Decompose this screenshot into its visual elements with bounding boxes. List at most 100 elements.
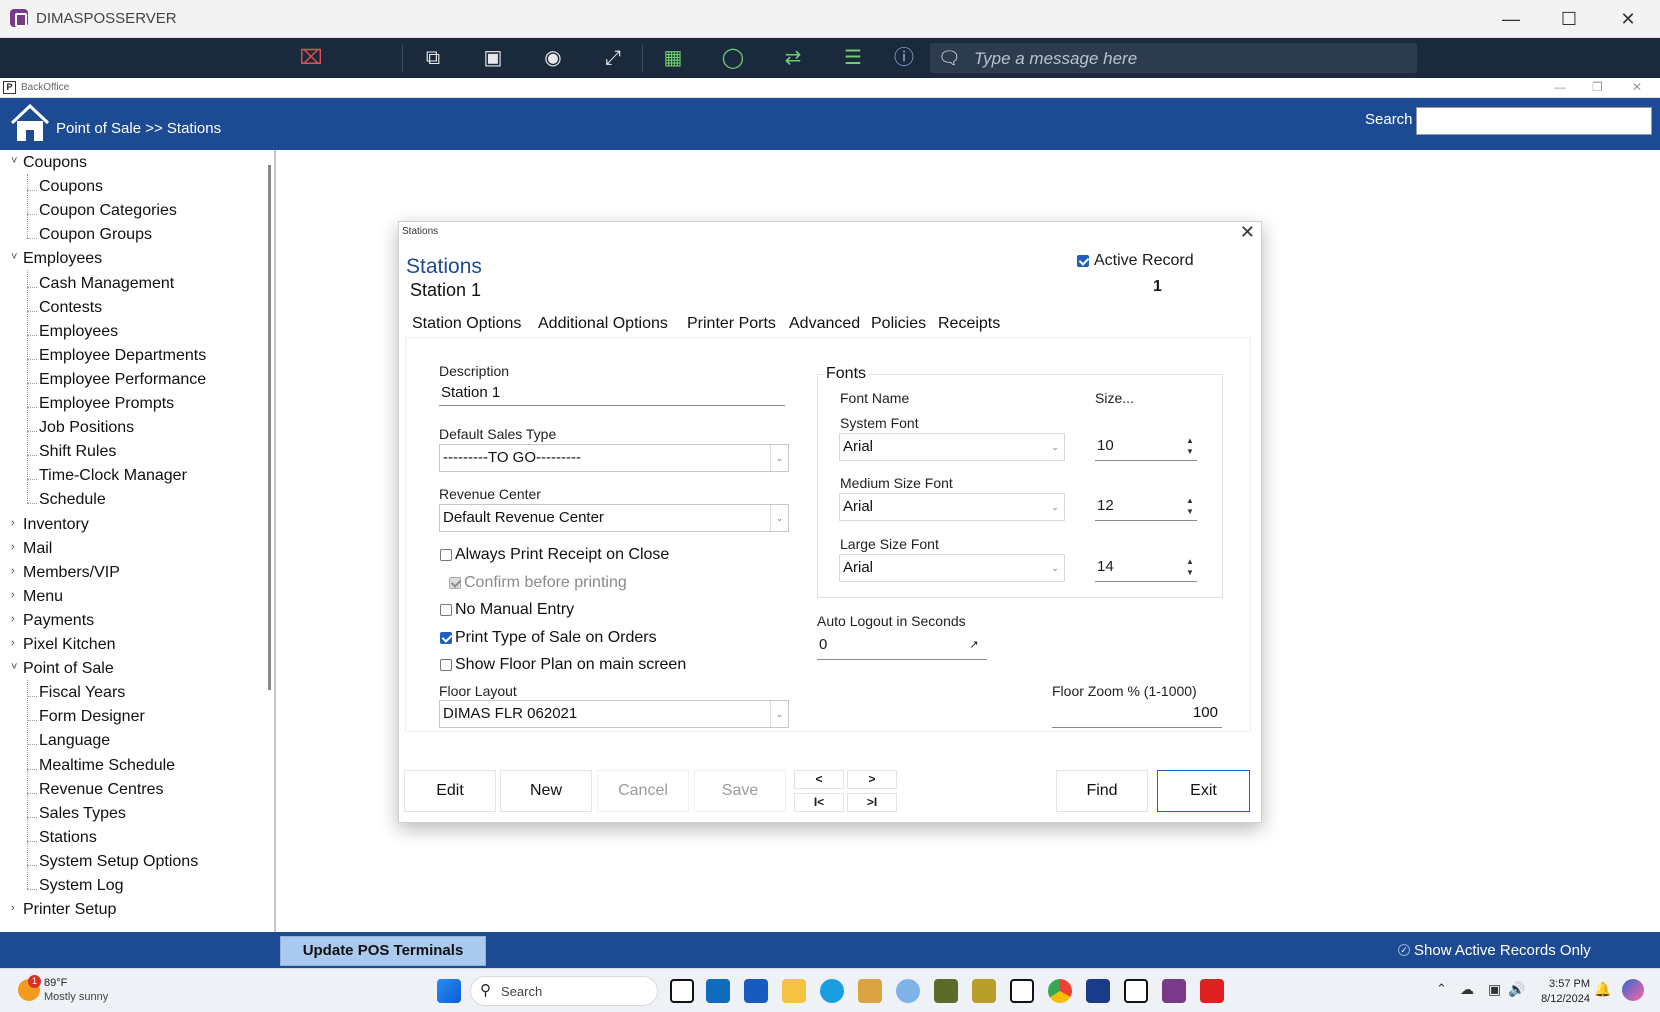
increment-icon[interactable]: ↗ bbox=[963, 634, 985, 656]
tab-policies[interactable]: Policies bbox=[871, 315, 926, 333]
prev-record-button[interactable]: < bbox=[794, 770, 844, 789]
pos-app-icon[interactable] bbox=[670, 979, 694, 1003]
tab-receipts[interactable]: Receipts bbox=[938, 315, 1000, 333]
no-manual-entry-checkbox[interactable] bbox=[440, 604, 452, 616]
expand-icon[interactable]: › bbox=[11, 517, 15, 529]
collapse-icon[interactable]: ˅ bbox=[11, 251, 17, 263]
monitors-icon[interactable]: ⧉ bbox=[418, 44, 448, 72]
collapse-icon[interactable]: ˅ bbox=[11, 155, 17, 167]
app-icon-2[interactable] bbox=[896, 979, 920, 1003]
home-icon[interactable] bbox=[8, 101, 52, 145]
copilot-icon[interactable] bbox=[1622, 979, 1644, 1001]
floor-zoom-field[interactable]: 100 bbox=[1052, 700, 1222, 728]
search-input[interactable] bbox=[1416, 107, 1652, 135]
remote-app-icon[interactable] bbox=[1162, 979, 1186, 1003]
sidebar-group[interactable]: › Members/VIP bbox=[11, 564, 120, 582]
fullscreen-icon[interactable]: ⤢ bbox=[598, 44, 628, 72]
edge-icon[interactable] bbox=[820, 979, 844, 1003]
view-icon[interactable]: ◉ bbox=[538, 44, 568, 72]
file-transfer-icon[interactable]: ⇄ bbox=[778, 44, 808, 72]
tab-additional-options[interactable]: Additional Options bbox=[538, 315, 668, 333]
expand-icon[interactable]: › bbox=[11, 565, 15, 577]
large-font-select[interactable]: Arial ⌄ bbox=[839, 554, 1065, 582]
exit-button[interactable]: Exit bbox=[1157, 770, 1250, 812]
pos-app-icon-3[interactable] bbox=[1124, 979, 1148, 1003]
sidebar-group[interactable]: ˅ Employees bbox=[11, 250, 102, 268]
medium-font-size-stepper[interactable]: 12 ▲ ▼ bbox=[1095, 493, 1197, 521]
tab-printer-ports[interactable]: Printer Ports bbox=[687, 315, 776, 333]
description-field[interactable]: Station 1 bbox=[439, 380, 785, 406]
large-font-size-stepper[interactable]: 14 ▲ ▼ bbox=[1095, 554, 1197, 582]
auto-logout-stepper[interactable]: 0 ↗ bbox=[817, 632, 987, 660]
monitor-1-icon[interactable]: ▣ bbox=[478, 44, 508, 72]
minimize-button[interactable]: — bbox=[1489, 6, 1533, 32]
sidebar-item[interactable]: Coupon Groups bbox=[39, 226, 152, 244]
sidebar-item[interactable]: Coupon Categories bbox=[39, 202, 177, 220]
sidebar-item[interactable]: Revenue Centres bbox=[39, 781, 164, 799]
taskbar-search[interactable]: ⚲ Search bbox=[470, 976, 658, 1006]
active-record-checkbox[interactable] bbox=[1077, 255, 1089, 267]
chevron-up-icon[interactable]: ⌃ bbox=[1436, 981, 1447, 997]
sidebar-item[interactable]: Coupons bbox=[39, 178, 103, 196]
bo-close-button[interactable]: ✕ bbox=[1632, 80, 1642, 94]
tab-station-options[interactable]: Station Options bbox=[412, 315, 521, 333]
sidebar-group[interactable]: › Pixel Kitchen bbox=[11, 636, 116, 654]
volume-icon[interactable]: 🔊 bbox=[1508, 981, 1525, 998]
last-record-button[interactable]: >I bbox=[847, 793, 897, 812]
first-record-button[interactable]: I< bbox=[794, 793, 844, 812]
info-icon[interactable]: ⓘ bbox=[889, 44, 919, 72]
save-button[interactable]: Save bbox=[694, 770, 786, 812]
edit-button[interactable]: Edit bbox=[404, 770, 496, 812]
sidebar-item[interactable]: Employee Departments bbox=[39, 347, 206, 365]
sidebar-item[interactable]: Schedule bbox=[39, 491, 106, 509]
pos-app-icon-2[interactable] bbox=[1010, 979, 1034, 1003]
sidebar-item[interactable]: System Log bbox=[39, 877, 123, 895]
sidebar-group[interactable]: › Printer Setup bbox=[11, 901, 116, 919]
app-icon-4[interactable] bbox=[972, 979, 996, 1003]
onedrive-icon[interactable]: ☁ bbox=[1460, 981, 1474, 998]
app-icon-5[interactable] bbox=[1086, 979, 1110, 1003]
revenue-center-select[interactable]: Default Revenue Center ⌄ bbox=[439, 504, 789, 532]
next-record-button[interactable]: > bbox=[847, 770, 897, 789]
network-icon[interactable]: ▣ bbox=[1488, 981, 1501, 998]
sidebar-group[interactable]: › Payments bbox=[11, 612, 94, 630]
update-pos-terminals-button[interactable]: Update POS Terminals bbox=[280, 936, 486, 966]
print-type-of-sale-checkbox[interactable] bbox=[440, 632, 452, 644]
maximize-button[interactable]: ☐ bbox=[1547, 6, 1591, 32]
sidebar-group[interactable]: ˅ Coupons bbox=[11, 154, 87, 172]
message-box[interactable]: 🗨 Type a message here bbox=[930, 43, 1417, 73]
system-font-select[interactable]: Arial ⌄ bbox=[839, 433, 1065, 461]
sidebar-item[interactable]: Stations bbox=[39, 829, 97, 847]
collapse-icon[interactable]: ˅ bbox=[11, 661, 17, 673]
input-icon[interactable]: ▦ bbox=[658, 44, 688, 72]
file-explorer-icon[interactable] bbox=[782, 979, 806, 1003]
floor-layout-select[interactable]: DIMAS FLR 062021 ⌄ bbox=[439, 700, 789, 728]
sales-type-select[interactable]: ---------TO GO--------- ⌄ bbox=[439, 444, 789, 472]
sidebar-item[interactable]: Mealtime Schedule bbox=[39, 757, 175, 775]
sidebar-item[interactable]: Employee Prompts bbox=[39, 395, 174, 413]
record-icon[interactable]: ◯ bbox=[718, 44, 748, 72]
sidebar-item[interactable]: Form Designer bbox=[39, 708, 145, 726]
sidebar-group[interactable]: › Menu bbox=[11, 588, 63, 606]
close-button[interactable]: ✕ bbox=[1606, 6, 1650, 32]
stepper-arrows-icon[interactable]: ▲ ▼ bbox=[1185, 435, 1195, 457]
medium-font-select[interactable]: Arial ⌄ bbox=[839, 493, 1065, 521]
sidebar-item[interactable]: System Setup Options bbox=[39, 853, 198, 871]
sidebar-group[interactable]: › Inventory bbox=[11, 516, 89, 534]
chrome-icon[interactable] bbox=[1048, 979, 1072, 1003]
expand-icon[interactable]: › bbox=[11, 541, 15, 553]
expand-icon[interactable]: › bbox=[11, 902, 15, 914]
expand-icon[interactable]: › bbox=[11, 589, 15, 601]
app-icon-1[interactable] bbox=[858, 979, 882, 1003]
bo-minimize-button[interactable]: — bbox=[1554, 80, 1566, 94]
dialog-close-icon[interactable]: ✕ bbox=[1240, 222, 1255, 243]
app-icon-3[interactable] bbox=[934, 979, 958, 1003]
sidebar-item[interactable]: Fiscal Years bbox=[39, 684, 125, 702]
system-font-size-stepper[interactable]: 10 ▲ ▼ bbox=[1095, 433, 1197, 461]
app-icon-6[interactable] bbox=[1200, 979, 1224, 1003]
sidebar-item[interactable]: Employees bbox=[39, 323, 118, 341]
disconnect-icon[interactable]: ⌧ bbox=[296, 44, 326, 72]
stepper-arrows-icon[interactable]: ▲ ▼ bbox=[1185, 556, 1195, 578]
tab-advanced[interactable]: Advanced bbox=[789, 315, 860, 333]
sidebar-item[interactable]: Employee Performance bbox=[39, 371, 206, 389]
